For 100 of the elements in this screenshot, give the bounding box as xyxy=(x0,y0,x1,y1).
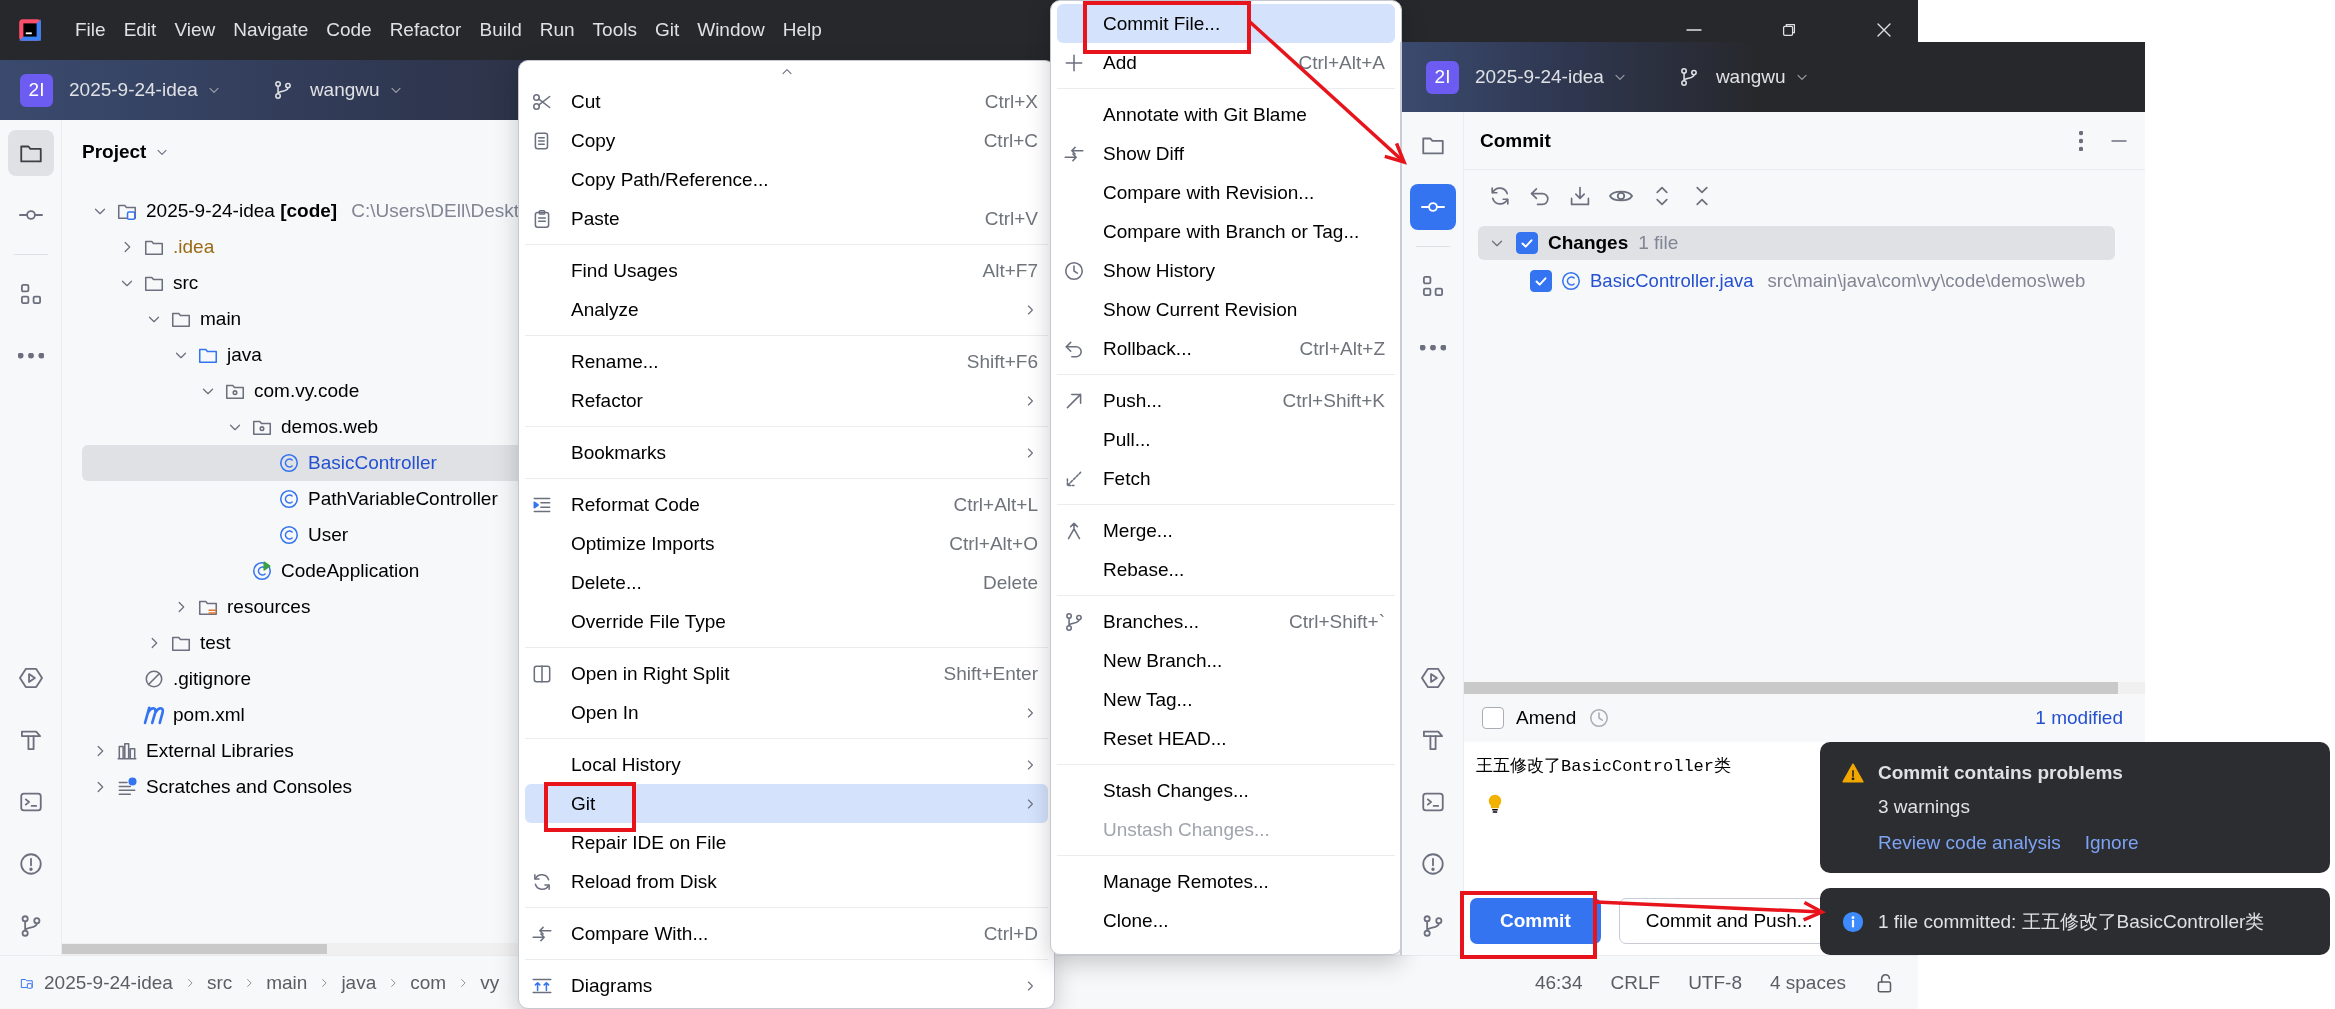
run-icon xyxy=(17,665,44,691)
tool-window-button[interactable] xyxy=(7,130,54,176)
shortcut-text: Ctrl+Alt+O xyxy=(949,532,1038,555)
amend-label[interactable]: Amend xyxy=(1516,707,1577,729)
menu-bar-item[interactable]: View xyxy=(165,15,225,45)
checkbox[interactable] xyxy=(1516,232,1538,254)
menu-item[interactable]: Add Ctrl+Alt+A xyxy=(1057,43,1395,82)
class-icon xyxy=(278,488,300,510)
line-separator[interactable]: CRLF xyxy=(1610,971,1661,994)
menu-item[interactable]: New Tag... xyxy=(1057,680,1395,719)
branch-icon xyxy=(1063,610,1085,633)
shortcut-text: Ctrl+Shift+` xyxy=(1288,610,1385,633)
notification-text: 3 warnings xyxy=(1878,796,1971,818)
breadcrumb[interactable]: src xyxy=(206,971,233,994)
shortcut-text: Ctrl+Shift+K xyxy=(1282,389,1385,412)
shortcut-text: Ctrl+Alt+A xyxy=(1298,51,1385,74)
menu-item[interactable]: Push... Ctrl+Shift+K xyxy=(1057,381,1395,420)
shortcut-text: Alt+F7 xyxy=(982,259,1038,282)
menu-item[interactable]: Show History xyxy=(1057,251,1395,290)
menu-item[interactable]: Rebase... xyxy=(1057,550,1395,589)
caret-position[interactable]: 46:34 xyxy=(1534,971,1583,994)
tool-window-button[interactable] xyxy=(1409,184,1456,230)
notification-link[interactable]: Review code analysis xyxy=(1878,832,2061,854)
menu-item[interactable]: Compare with Revision... xyxy=(1057,173,1395,212)
shortcut-text: Shift+F6 xyxy=(966,350,1038,373)
menu-bar-item[interactable]: Run xyxy=(530,15,584,45)
checkbox[interactable] xyxy=(1482,707,1504,729)
project-selector[interactable]: 2025-9-24-idea xyxy=(63,75,228,105)
application-class-icon xyxy=(251,560,273,582)
breadcrumb[interactable]: com xyxy=(410,971,447,994)
menu-item[interactable]: Show Diff xyxy=(1057,134,1395,173)
menu-bar-item[interactable]: Help xyxy=(773,15,831,45)
download-icon[interactable] xyxy=(1568,184,1592,208)
menu-bar-item[interactable]: Build xyxy=(470,15,531,45)
changed-file[interactable]: BasicController.java src\main\java\com\vy\code\demos\web xyxy=(1464,260,2145,302)
breadcrumb[interactable]: java xyxy=(341,971,377,994)
breadcrumb[interactable]: vy xyxy=(480,971,500,994)
menu-item[interactable]: Fetch xyxy=(1057,459,1395,498)
menu-bar-item[interactable]: Refactor xyxy=(380,15,471,45)
app-logo-icon xyxy=(18,18,42,42)
menu-item[interactable]: Manage Remotes... xyxy=(1057,862,1395,901)
checkbox[interactable] xyxy=(1530,270,1552,292)
menu-item[interactable]: New Branch... xyxy=(1057,641,1395,680)
project-badge: 2I xyxy=(1426,60,1459,94)
menu-bar-item[interactable]: File xyxy=(66,15,115,45)
breadcrumb[interactable]: main xyxy=(266,971,308,994)
path-hint: C:\Users\DEll\Deskt xyxy=(351,200,519,222)
breadcrumb[interactable]: 2025-9-24-idea xyxy=(44,971,173,994)
menu-item[interactable]: Copy Ctrl+C xyxy=(525,121,1048,160)
branch-selector[interactable]: wangwu xyxy=(1709,62,1816,92)
scrollbar[interactable] xyxy=(62,944,327,954)
shortcut-text: Ctrl+Alt+Z xyxy=(1299,337,1385,360)
notification-link[interactable]: Ignore xyxy=(2084,832,2139,854)
commit-button[interactable]: Commit xyxy=(1470,898,1601,944)
menu-item[interactable]: Diagrams xyxy=(525,966,1048,1005)
panel-title: Commit xyxy=(1480,129,1552,152)
menu-item[interactable]: Compare with Branch or Tag... xyxy=(1057,212,1395,251)
menu-item[interactable]: Cut Ctrl+X xyxy=(525,82,1048,121)
menu-item[interactable]: Repair IDE on File xyxy=(525,823,1048,862)
modified-link[interactable]: 1 modified xyxy=(2035,707,2123,729)
menu-bar-item[interactable]: Git xyxy=(645,15,689,45)
panel-title[interactable]: Project xyxy=(82,141,147,163)
shortcut-text: Ctrl+C xyxy=(983,129,1038,152)
menu-bar-item[interactable]: Navigate xyxy=(224,15,318,45)
project-selector[interactable]: 2025-9-24-idea xyxy=(1469,62,1634,92)
class-icon xyxy=(278,524,300,546)
maven-file-icon xyxy=(143,705,165,725)
menu-item[interactable]: Pull... xyxy=(1057,420,1395,459)
menu-item[interactable]: Git xyxy=(525,784,1048,823)
menu-bar-item[interactable]: Window xyxy=(688,15,774,45)
info-icon xyxy=(1842,910,1864,933)
menu-bar-item[interactable]: Edit xyxy=(114,15,166,45)
shortcut-text: Shift+Enter xyxy=(943,662,1038,685)
notification-title: Commit contains problems xyxy=(1878,762,2124,784)
file-encoding[interactable]: UTF-8 xyxy=(1688,971,1742,994)
more-icon xyxy=(1419,345,1446,351)
menu-bar-item[interactable]: Tools xyxy=(583,15,646,45)
menu-item[interactable]: Annotate with Git Blame xyxy=(1057,95,1395,134)
file-path: src\main\java\com\vy\code\demos\web xyxy=(1767,270,2086,292)
indent-setting[interactable]: 4 spaces xyxy=(1769,971,1846,994)
refresh-icon[interactable] xyxy=(1488,184,1512,208)
class-icon xyxy=(278,452,300,474)
project-badge: 2I xyxy=(20,73,53,107)
menu-item[interactable]: Reset HEAD... xyxy=(1057,719,1395,758)
more-icon xyxy=(17,353,44,359)
menu-item[interactable]: Clone... xyxy=(1057,901,1395,940)
menu-item[interactable]: Branches... Ctrl+Shift+` xyxy=(1057,602,1395,641)
menu-item[interactable]: Merge... xyxy=(1057,511,1395,550)
menu-item[interactable]: Show Current Revision xyxy=(1057,290,1395,329)
changes-group[interactable]: Changes 1 file xyxy=(1478,226,2115,260)
menu-item[interactable]: Rollback... Ctrl+Alt+Z xyxy=(1057,329,1395,368)
menu-item[interactable]: Commit File... xyxy=(1057,4,1395,43)
menu-item[interactable]: Reload from Disk xyxy=(525,862,1048,901)
menu-bar-item[interactable]: Code xyxy=(317,15,381,45)
menu-item[interactable]: Compare With... Ctrl+D xyxy=(525,914,1048,953)
ignore-file-icon xyxy=(143,668,165,690)
scrollbar[interactable] xyxy=(1464,682,2118,694)
more-options-icon[interactable] xyxy=(2079,130,2083,151)
menu-item[interactable]: Stash Changes... xyxy=(1057,771,1395,810)
branch-selector[interactable]: wangwu xyxy=(303,75,410,105)
